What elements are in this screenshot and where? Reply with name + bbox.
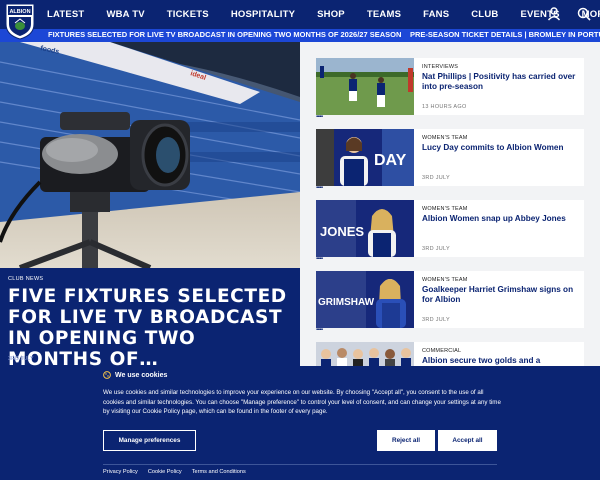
card-title[interactable]: Albion secure two golds and a: [422, 356, 580, 366]
card-title[interactable]: Nat Phillips | Positivity has carried ov…: [422, 72, 580, 92]
search-icon[interactable]: [576, 6, 592, 22]
card-divider-dots: ▪▪▪▪: [316, 327, 323, 333]
card-title[interactable]: Lucy Day commits to Albion Women: [422, 143, 580, 153]
nav-teams[interactable]: TEAMS: [367, 9, 401, 20]
nav-tickets[interactable]: TICKETS: [167, 9, 209, 20]
news-card[interactable]: INTERVIEWS Nat Phillips | Positivity has…: [316, 58, 584, 115]
card-date: 3RD JULY: [422, 175, 450, 181]
cookie-title: We use cookies: [103, 371, 167, 379]
hero-category: CLUB NEWS: [8, 276, 44, 282]
card-date: 3RD JULY: [422, 317, 450, 323]
card-title[interactable]: Goalkeeper Harriet Grimshaw signs on for…: [422, 285, 580, 305]
nav-shop[interactable]: SHOP: [317, 9, 345, 20]
card-category: WOMEN'S TEAM: [422, 206, 468, 212]
card-date: 13 HOURS AGO: [422, 104, 467, 110]
ticker-item[interactable]: PRE-SEASON TICKET DETAILS | BROMLEY IN P…: [410, 30, 600, 39]
club-crest-logo[interactable]: ALBION: [4, 2, 36, 40]
card-divider-dots: ▪▪▪▪: [316, 185, 323, 191]
nav-club[interactable]: CLUB: [471, 9, 498, 20]
terms-link[interactable]: Terms and Conditions: [192, 469, 246, 475]
reject-all-button[interactable]: Reject all: [377, 430, 435, 451]
svg-text:GRIMSHAW: GRIMSHAW: [318, 297, 375, 308]
card-thumbnail: [316, 58, 414, 115]
cookie-description: We use cookies and similar technologies …: [103, 389, 501, 416]
nav-hospitality[interactable]: HOSPITALITY: [231, 9, 295, 20]
manage-preferences-button[interactable]: Manage preferences: [103, 430, 196, 451]
hero-title[interactable]: FIVE FIXTURES SELECTED FOR LIVE TV BROAD…: [8, 286, 293, 366]
svg-text:DAY: DAY: [374, 152, 407, 169]
card-divider-dots: ▪▪▪▪: [316, 256, 323, 262]
ticker-item[interactable]: FIXTURES SELECTED FOR LIVE TV BROADCAST …: [48, 30, 401, 39]
news-card[interactable]: GRIMSHAW WOMEN'S TEAM Goalkeeper Harriet…: [316, 271, 584, 328]
card-thumbnail: GRIMSHAW: [316, 271, 414, 328]
news-card[interactable]: JONES WOMEN'S TEAM Albion Women snap up …: [316, 200, 584, 257]
cookie-icon: [103, 371, 111, 379]
nav-latest[interactable]: LATEST: [47, 9, 84, 20]
svg-text:ALBION: ALBION: [9, 9, 30, 15]
hero-article[interactable]: foods ideal CLUB NEWS FIVE FIXTURES SELE…: [0, 42, 300, 366]
card-date: 3RD JULY: [422, 246, 450, 252]
nav-wba-tv[interactable]: WBA TV: [106, 9, 144, 20]
user-icon[interactable]: [546, 6, 562, 22]
card-divider-dots: ▪▪▪▪: [316, 114, 323, 120]
card-thumbnail: DAY: [316, 129, 414, 186]
card-category: WOMEN'S TEAM: [422, 135, 468, 141]
main-nav: LATEST WBA TV TICKETS HOSPITALITY SHOP T…: [47, 0, 600, 29]
cookie-divider: [103, 464, 497, 465]
card-thumbnail: JONES: [316, 200, 414, 257]
hero-date: 3RD JULY: [8, 356, 34, 362]
card-category: WOMEN'S TEAM: [422, 277, 468, 283]
news-ticker: FIXTURES SELECTED FOR LIVE TV BROADCAST …: [0, 29, 600, 42]
card-category: COMMERCIAL: [422, 348, 462, 354]
cookie-consent-banner: We use cookies We use cookies and simila…: [0, 366, 600, 480]
cookie-policy-link[interactable]: Cookie Policy: [148, 469, 182, 475]
svg-text:JONES: JONES: [320, 224, 364, 239]
site-header: ALBION LATEST WBA TV TICKETS HOSPITALITY…: [0, 0, 600, 40]
nav-fans[interactable]: FANS: [423, 9, 449, 20]
hero-image-tv-camera: foods ideal: [0, 42, 300, 268]
cookie-title-text: We use cookies: [115, 371, 168, 379]
latest-news-list: INTERVIEWS Nat Phillips | Positivity has…: [300, 42, 600, 399]
news-card[interactable]: DAY WOMEN'S TEAM Lucy Day commits to Alb…: [316, 129, 584, 186]
page: ALBION LATEST WBA TV TICKETS HOSPITALITY…: [0, 0, 600, 480]
cookie-links: Privacy Policy Cookie Policy Terms and C…: [103, 469, 246, 475]
card-title[interactable]: Albion Women snap up Abbey Jones: [422, 214, 580, 224]
accept-all-button[interactable]: Accept all: [438, 430, 497, 451]
privacy-policy-link[interactable]: Privacy Policy: [103, 469, 138, 475]
card-category: INTERVIEWS: [422, 64, 459, 70]
